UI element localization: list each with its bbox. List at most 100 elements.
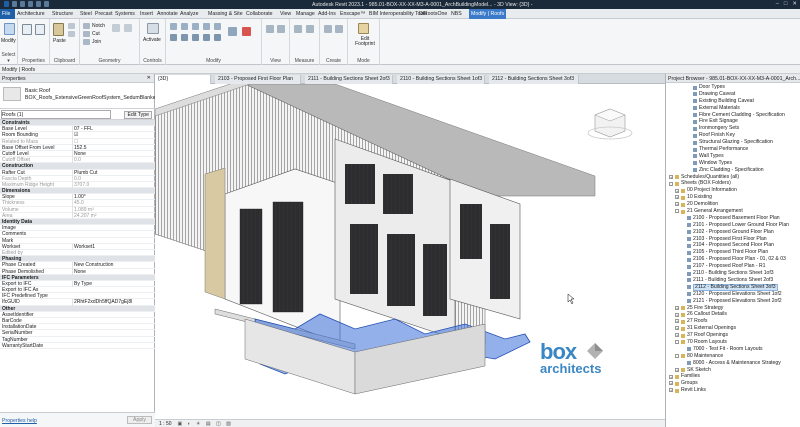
view-tab[interactable]: {3D} xyxy=(155,75,211,84)
ribbon-tab-enscape-[interactable]: Enscape™ xyxy=(340,11,365,17)
browser-item[interactable]: 2102 - Proposed Ground Floor Plan xyxy=(666,229,800,236)
close-icon[interactable]: ✕ xyxy=(147,75,151,81)
ribbon-tab-manage[interactable]: Manage xyxy=(296,11,315,17)
expand-icon[interactable]: + xyxy=(669,174,673,179)
browser-item[interactable]: + Revit Links xyxy=(666,387,800,394)
browser-item[interactable]: Ironmongery Sets xyxy=(666,125,800,132)
ribbon-tab-massing-site[interactable]: Massing & Site xyxy=(208,11,243,17)
collapse-icon[interactable]: - xyxy=(675,353,679,358)
expand-icon[interactable]: + xyxy=(675,195,679,200)
split-icon[interactable] xyxy=(214,23,221,30)
collapse-icon[interactable]: - xyxy=(675,340,679,345)
edit-footprint-button[interactable]: Edit Footprint xyxy=(354,37,376,47)
browser-item[interactable]: 7000 - Test Fit - Room Layouts xyxy=(666,346,800,353)
expand-icon[interactable]: + xyxy=(675,305,679,310)
mirror-icon[interactable] xyxy=(192,23,199,30)
browser-item[interactable]: +25 Fire Strategy xyxy=(666,305,800,312)
browser-item[interactable]: 2105 - Proposed Third Floor Plan xyxy=(666,249,800,256)
browser-item[interactable]: +27 Roofs xyxy=(666,318,800,325)
browser-item[interactable]: 2106 - Proposed Floor Plan - 01, 02 & 03 xyxy=(666,256,800,263)
edit-type-button[interactable]: Edit Type xyxy=(124,110,152,119)
create-group-icon[interactable] xyxy=(335,25,343,33)
select-dropdown[interactable]: Select ▾ xyxy=(0,52,17,64)
browser-item[interactable]: Fire Exit Signage xyxy=(666,118,800,125)
browser-item[interactable]: Existing Building Caveat xyxy=(666,98,800,105)
ribbon-tab-dirootsone[interactable]: DiRootsOne xyxy=(419,11,447,17)
print-icon[interactable] xyxy=(44,1,49,7)
browser-item[interactable]: 2120 - Proposed Elevations Sheet 1of2 xyxy=(666,291,800,298)
ribbon-tab-architecture[interactable]: Architecture xyxy=(17,11,45,17)
apply-button[interactable]: Apply xyxy=(127,416,152,424)
collapse-icon[interactable]: - xyxy=(675,209,679,214)
cut-icon[interactable] xyxy=(68,23,75,29)
cut-geometry-button[interactable]: Cut xyxy=(92,31,100,37)
minimize-icon[interactable]: – xyxy=(776,1,779,7)
expand-icon[interactable]: + xyxy=(675,367,679,372)
ribbon-tab-add-ins[interactable]: Add-Ins xyxy=(318,11,336,17)
browser-item[interactable]: +31 External Openings xyxy=(666,325,800,332)
offset-icon[interactable] xyxy=(181,23,188,30)
view-tab[interactable]: 2111 - Building Sections Sheet 2of3 xyxy=(305,75,393,84)
browser-item[interactable]: +26 Callout Details xyxy=(666,311,800,318)
browser-item[interactable]: Door Types xyxy=(666,84,800,91)
type-properties-icon[interactable] xyxy=(35,24,45,35)
browser-item[interactable]: 2101 - Proposed Lower Ground Floor Plan xyxy=(666,222,800,229)
create-parts-icon[interactable] xyxy=(324,25,332,33)
expand-icon[interactable]: + xyxy=(669,388,673,393)
modify-button[interactable]: Modify xyxy=(1,38,16,44)
properties-help-link[interactable]: Properties help xyxy=(2,418,37,424)
expand-icon[interactable]: + xyxy=(669,381,673,386)
browser-item[interactable]: + Schedules/Quantities (all) xyxy=(666,174,800,181)
redo-icon[interactable] xyxy=(36,1,41,7)
ribbon-tab-nbs[interactable]: NBS xyxy=(451,11,462,17)
notch-button[interactable]: Notch xyxy=(92,23,105,29)
ribbon-tab-precast[interactable]: Precast xyxy=(95,11,113,17)
save-icon[interactable] xyxy=(20,1,25,7)
activate-icon[interactable] xyxy=(147,23,159,34)
browser-item[interactable]: Zinc Cladding - Specification xyxy=(666,167,800,174)
ribbon-tab-steel[interactable]: Steel xyxy=(80,11,92,17)
join-button[interactable]: Join xyxy=(92,39,101,45)
view-tab[interactable]: 2112 - Building Sections Sheet 3of3 xyxy=(489,75,579,84)
browser-item[interactable]: Structural Glazing - Specification xyxy=(666,139,800,146)
copy-element-icon[interactable] xyxy=(181,34,188,41)
browser-item[interactable]: +00 Project Information xyxy=(666,187,800,194)
browser-item[interactable]: Drawing Caveat xyxy=(666,91,800,98)
geometry-tool-icon[interactable] xyxy=(112,24,120,32)
scale-value[interactable]: 1 : 50 xyxy=(159,421,172,427)
expand-icon[interactable]: + xyxy=(675,333,679,338)
browser-item[interactable]: 2103 - Proposed First Floor Plan xyxy=(666,236,800,243)
notch-icon[interactable] xyxy=(83,23,90,29)
ribbon-tab-file[interactable]: File xyxy=(0,9,15,19)
view-cube[interactable] xyxy=(587,108,633,140)
view-tab[interactable]: 2110 - Building Sections Sheet 1of3 xyxy=(397,75,485,84)
join-icon[interactable] xyxy=(83,39,90,45)
browser-item[interactable]: 2112 - Building Sections Sheet 3of3 xyxy=(666,283,800,291)
move-icon[interactable] xyxy=(170,34,177,41)
browser-item[interactable]: 2104 - Proposed Second Floor Plan xyxy=(666,242,800,249)
rotate-icon[interactable] xyxy=(192,34,199,41)
dimension-icon[interactable] xyxy=(306,25,314,33)
window-controls[interactable]: – □ ✕ xyxy=(776,1,797,7)
ribbon-tab-systems[interactable]: Systems xyxy=(115,11,135,17)
browser-item[interactable]: 2121 - Proposed Elevations Sheet 2of2 xyxy=(666,298,800,305)
measure-icon[interactable] xyxy=(294,25,302,33)
browser-item[interactable]: +10 Existing xyxy=(666,194,800,201)
paste-button[interactable]: Paste xyxy=(53,38,66,44)
close-icon[interactable]: ✕ xyxy=(792,1,797,7)
expand-icon[interactable]: + xyxy=(675,326,679,331)
browser-item[interactable]: Window Types xyxy=(666,160,800,167)
scale-icon[interactable] xyxy=(228,27,237,36)
view-control-icons[interactable]: ▣ ◐ ☀ ▤ ◫ ▨ xyxy=(178,421,233,427)
browser-item[interactable]: + Groups xyxy=(666,380,800,387)
ribbon-tab-view[interactable]: View xyxy=(280,11,291,17)
browser-item[interactable]: +37 Roof Openings xyxy=(666,332,800,339)
copy-icon[interactable] xyxy=(68,31,75,37)
edit-footprint-icon[interactable] xyxy=(358,23,369,34)
browser-item[interactable]: 2107 - Proposed Roof Plan - R1 xyxy=(666,263,800,270)
type-selector[interactable]: Basic Roof BOX_Roofs_ExtensiveGreenRoofS… xyxy=(0,83,157,109)
browser-item[interactable]: 8000 - Access & Maintenance Strategy xyxy=(666,360,800,367)
array-icon[interactable] xyxy=(214,34,221,41)
expand-icon[interactable]: + xyxy=(675,202,679,207)
browser-item[interactable]: +20 Demolition xyxy=(666,201,800,208)
